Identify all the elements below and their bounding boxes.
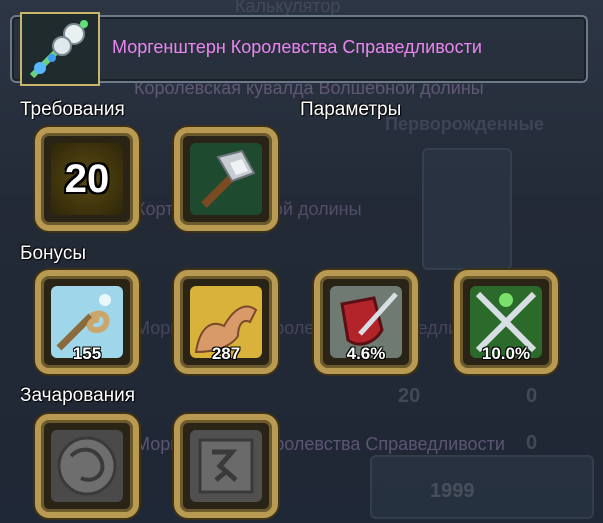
- level-requirement-value: 20: [64, 157, 110, 201]
- enchantment-slot: [35, 414, 139, 518]
- requirements-label: Требования: [20, 99, 125, 120]
- bonus-slot: 287: [174, 270, 278, 374]
- bonus-value: 287: [211, 344, 241, 363]
- bonuses-label: Бонусы: [20, 243, 86, 264]
- stone-rune-icon: [190, 430, 262, 502]
- bonus-value: 10.0%: [481, 344, 531, 363]
- bonus-slot: 155: [35, 270, 139, 374]
- bonus-slot: 4.6%: [314, 270, 418, 374]
- parameters-label: Параметры: [300, 99, 402, 120]
- item-title: Моргенштерн Королевства Справедливости: [112, 37, 482, 57]
- weapon-type-slot: [174, 127, 278, 231]
- level-badge-icon: 20: [51, 143, 123, 215]
- hammer-icon: [190, 143, 262, 215]
- enchantment-slot: [174, 414, 278, 518]
- bonus-value: 4.6%: [346, 344, 386, 363]
- morningstar-icon: [20, 12, 100, 86]
- level-requirement-slot: 20: [35, 127, 139, 231]
- enchantments-label: Зачарования: [20, 385, 136, 406]
- item-tooltip: Моргенштерн Королевства Справедливости Т…: [0, 0, 603, 523]
- bonus-value: 155: [72, 344, 102, 363]
- stone-rune-icon: [51, 430, 123, 502]
- bonus-slot: 10.0%: [454, 270, 558, 374]
